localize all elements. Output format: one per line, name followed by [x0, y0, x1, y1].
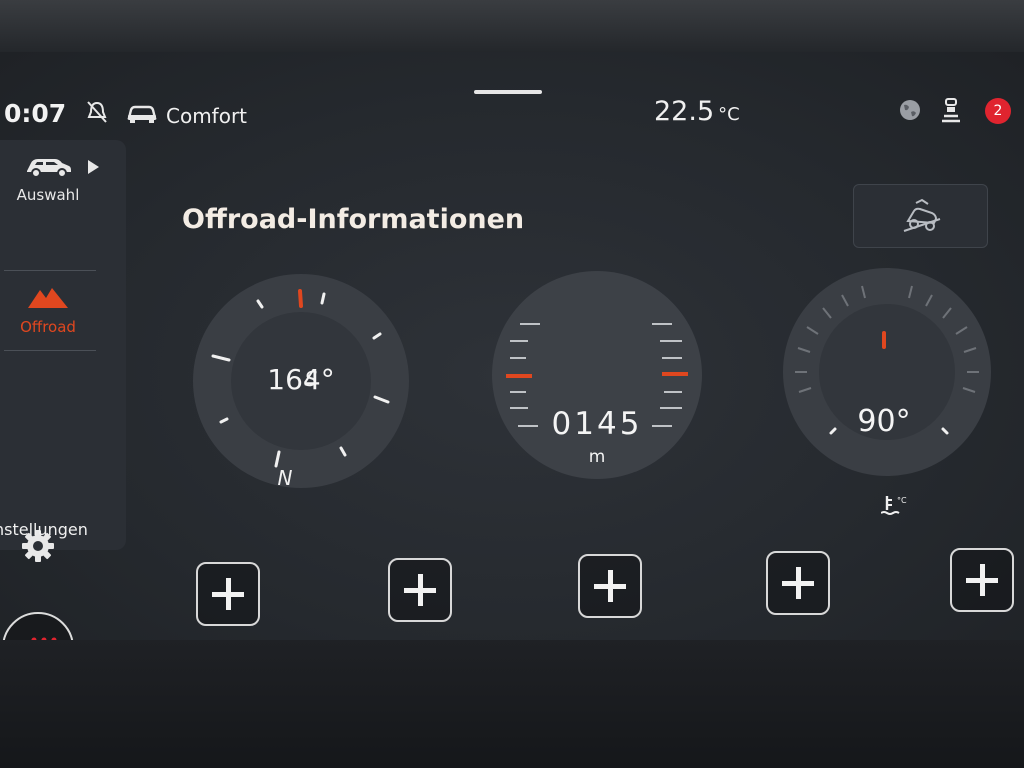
compass-gauge[interactable]: S N 164° — [193, 274, 409, 488]
mute-icon[interactable] — [86, 100, 108, 124]
compass-north: N — [278, 466, 293, 488]
sidebar-item-offroad[interactable]: Offroad — [0, 284, 96, 336]
status-bar: 0:07 Comfort 22.5 °C 2 — [0, 52, 1024, 128]
car-mode-icon[interactable] — [126, 104, 158, 124]
altitude-value: 0145 — [551, 406, 643, 442]
expand-arrow-icon[interactable] — [88, 160, 99, 174]
add-widget-button-5[interactable] — [950, 548, 1014, 612]
offroad-view-button[interactable] — [853, 184, 988, 248]
temperature-unit: °C — [718, 104, 740, 125]
add-widget-button-3[interactable] — [578, 554, 642, 618]
temperature-value: 22.5 — [654, 96, 715, 127]
clock: 0:07 — [4, 99, 67, 128]
outside-temperature: 22.5 °C — [654, 96, 740, 127]
pull-down-handle[interactable] — [474, 90, 542, 94]
sidebar-item-label: Auswahl — [16, 186, 80, 204]
altitude-gauge[interactable]: 0145 m — [492, 271, 702, 479]
altitude-unit: m — [588, 447, 606, 467]
page-title: Offroad-Informationen — [182, 204, 525, 235]
coolant-temp-gauge[interactable]: 90° °C — [783, 268, 991, 515]
car-icon — [27, 159, 71, 178]
sidebar-divider — [4, 350, 96, 351]
settings-label[interactable]: nstellungen — [0, 520, 88, 539]
offroad-car-icon — [903, 198, 941, 232]
add-widget-button-1[interactable] — [196, 562, 260, 626]
notification-badge[interactable]: 2 — [985, 98, 1011, 124]
screen-bezel-bottom — [0, 640, 1024, 768]
sidebar-item-label: Offroad — [20, 318, 76, 336]
globe-icon[interactable] — [898, 98, 922, 122]
sidebar-item-auswahl[interactable]: Auswahl — [0, 154, 96, 204]
screen-bezel-top — [0, 0, 1024, 52]
drive-mode-label[interactable]: Comfort — [166, 104, 247, 128]
compass-heading-value: 164° — [267, 363, 335, 396]
mountain-icon — [28, 288, 68, 308]
infotainment-screen: 0:07 Comfort 22.5 °C 2 Auswahl Offroad n… — [0, 52, 1024, 684]
sidebar: Auswahl Offroad — [0, 140, 126, 550]
coolant-temp-icon: °C — [881, 496, 907, 515]
lane-assist-icon[interactable] — [938, 97, 964, 123]
coolant-temp-value: 90° — [857, 404, 911, 439]
add-widget-button-4[interactable] — [766, 551, 830, 615]
sidebar-divider — [4, 270, 96, 271]
svg-text:°C: °C — [897, 496, 907, 505]
add-widget-button-2[interactable] — [388, 558, 452, 622]
coolant-scale — [795, 285, 979, 435]
